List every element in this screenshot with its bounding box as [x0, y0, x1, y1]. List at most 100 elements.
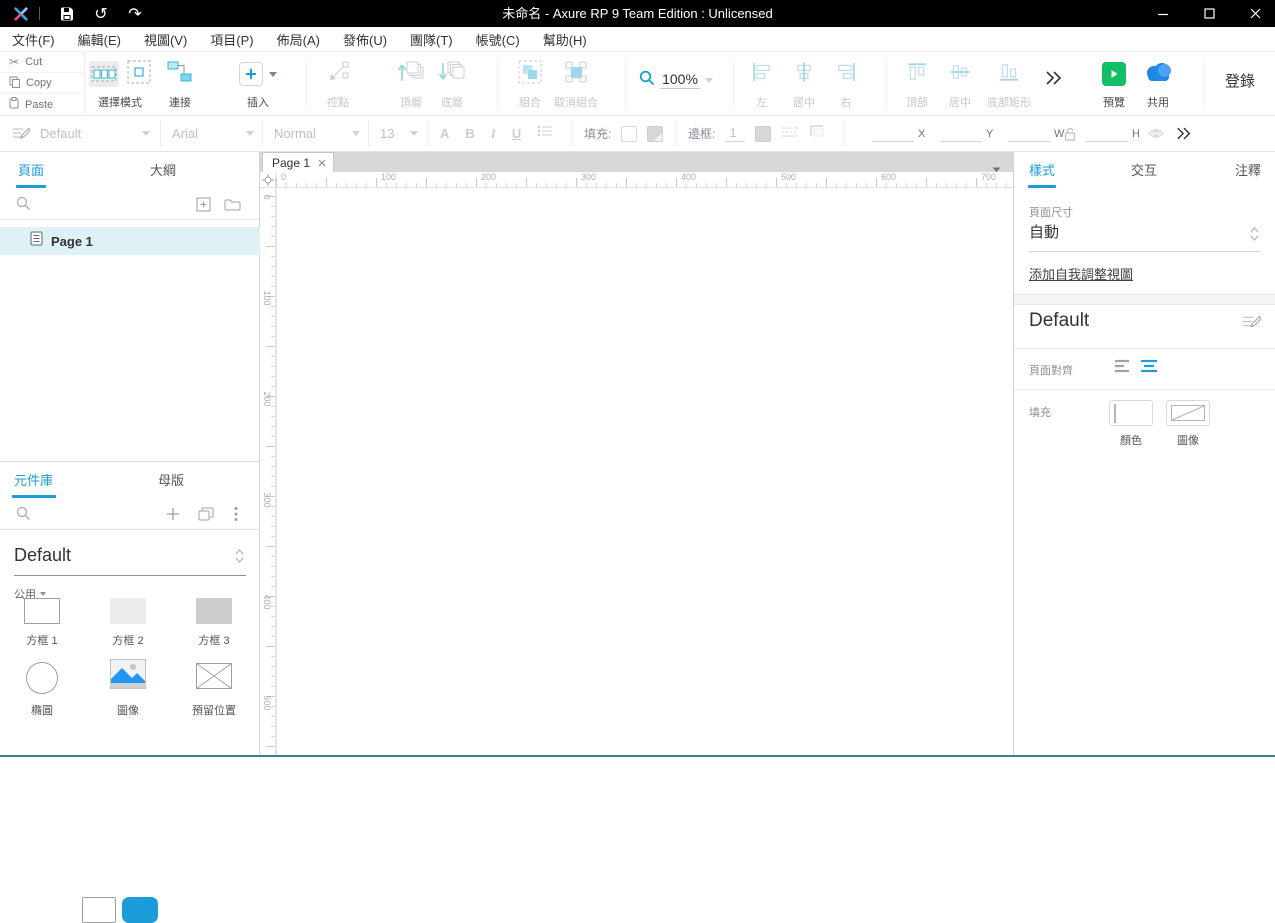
connect-label: 連接: [150, 94, 210, 110]
cut-icon: ✂: [9, 55, 19, 69]
y-field: Y: [940, 116, 993, 151]
cut-button[interactable]: ✂ Cut: [0, 52, 84, 73]
fill-group: 填充:: [584, 116, 663, 151]
library-select[interactable]: Default: [14, 538, 246, 576]
menubar-item[interactable]: 項目(P): [210, 30, 253, 49]
ruler-number: 500: [262, 688, 272, 718]
font-size-select[interactable]: 13: [380, 116, 418, 151]
border-sides-icon: [809, 124, 825, 143]
tab-masters[interactable]: 母版: [158, 462, 184, 500]
page-align-left-icon[interactable]: [1114, 358, 1132, 379]
close-button[interactable]: [1238, 0, 1272, 27]
page-list-item[interactable]: Page 1: [0, 227, 260, 255]
share-label: 共用: [1134, 94, 1182, 110]
x-field: X: [872, 116, 925, 151]
libraries-search-row: [0, 500, 260, 530]
select-mode-label: 選擇模式: [88, 94, 152, 110]
style-select[interactable]: Default: [40, 116, 150, 151]
zoom-control[interactable]: 100%: [632, 58, 720, 112]
menubar-item[interactable]: 文件(F): [12, 30, 55, 49]
widget-image[interactable]: 圖像: [91, 660, 165, 718]
widget-box2[interactable]: 方框 2: [91, 590, 165, 648]
select-intersect-icon[interactable]: [89, 61, 119, 87]
window-title: 未命名 - Axure RP 9 Team Edition : Unlicens…: [0, 0, 1275, 27]
design-worksurface[interactable]: [277, 188, 1013, 755]
widget-box1[interactable]: 方框 1: [5, 590, 79, 648]
menubar-item[interactable]: 幫助(H): [543, 30, 587, 49]
zoom-value[interactable]: 100%: [660, 71, 700, 89]
insert-plus-icon: [239, 62, 263, 86]
updown-spinner-icon: [1250, 226, 1259, 247]
ungroup-label: 取消組合: [548, 94, 604, 110]
select-mode-group: 選擇模式: [88, 58, 152, 112]
font-select[interactable]: Arial: [172, 116, 254, 151]
font-weight-select[interactable]: Normal: [274, 116, 360, 151]
menubar-item[interactable]: 編輯(E): [78, 30, 121, 49]
add-library-icon[interactable]: [166, 507, 180, 526]
bottom-layer-label: 底層: [426, 94, 478, 110]
more-tools-button[interactable]: [1036, 58, 1072, 112]
add-adaptive-views-link[interactable]: 添加自我調整視圖: [1029, 264, 1133, 283]
edit-style-icon[interactable]: [1242, 314, 1261, 336]
zoom-caret-icon[interactable]: [705, 78, 713, 83]
login-button[interactable]: 登錄: [1212, 58, 1268, 112]
menubar-item[interactable]: 視圖(V): [144, 30, 187, 49]
ruler-number: 400: [262, 587, 272, 617]
menubar-item[interactable]: 發佈(U): [343, 30, 387, 49]
fill-color-swatch: [621, 126, 637, 142]
add-folder-icon[interactable]: [224, 198, 241, 216]
widget-box3[interactable]: 方框 3: [177, 590, 251, 648]
tab-close-icon[interactable]: [318, 154, 326, 172]
menubar-item[interactable]: 團隊(T): [410, 30, 453, 49]
lock-ratio-icon: [1064, 116, 1076, 151]
top-layer-icon: [397, 59, 425, 90]
tab-outline[interactable]: 大綱: [150, 152, 176, 190]
widget-button-partial[interactable]: [82, 897, 116, 923]
text-format-group: A B I U: [432, 116, 561, 151]
clipboard-group: ✂ Cut Copy Paste: [0, 52, 85, 116]
menubar-item[interactable]: 帳號(C): [476, 30, 520, 49]
maximize-button[interactable]: [1192, 0, 1226, 27]
copy-button[interactable]: Copy: [0, 73, 84, 94]
libraries-section: 元件庫 母版: [0, 461, 260, 602]
left-panel: 頁面 大綱: [0, 152, 260, 755]
edit-style-icon: [12, 116, 30, 151]
align-right-icon: [836, 62, 856, 87]
tab-interaction[interactable]: 交互: [1131, 152, 1157, 190]
share-button[interactable]: 共用: [1134, 58, 1182, 112]
widget-ellipse[interactable]: 橢圓: [5, 660, 79, 718]
handles-icon: [326, 60, 350, 89]
more-format-button[interactable]: [1176, 116, 1192, 151]
kebab-menu-icon[interactable]: [234, 506, 238, 527]
connect-button[interactable]: 連接: [150, 58, 210, 112]
page-align-center-icon[interactable]: [1140, 358, 1158, 379]
page-size-select[interactable]: 自動: [1029, 218, 1261, 252]
select-contain-icon[interactable]: [127, 60, 151, 89]
canvas-tab-page1[interactable]: Page 1: [262, 152, 334, 172]
minimize-button[interactable]: [1146, 0, 1180, 27]
tab-notes[interactable]: 注釋: [1235, 152, 1261, 190]
widget-primary-button-partial[interactable]: [122, 897, 158, 923]
align-center-icon: [794, 62, 814, 87]
ruler-number: 0: [262, 182, 272, 212]
box2-icon: [110, 598, 146, 624]
underline-button: U: [512, 126, 521, 141]
fill-image-swatch[interactable]: [1166, 400, 1210, 426]
insert-button[interactable]: 插入: [228, 58, 288, 112]
search-icon[interactable]: [16, 506, 31, 526]
ruler-number: 300: [576, 172, 676, 183]
cloud-icon: [1143, 61, 1173, 88]
add-page-icon[interactable]: [196, 197, 211, 217]
search-icon[interactable]: [16, 196, 31, 216]
preview-button[interactable]: 預覽: [1090, 58, 1138, 112]
horizontal-ruler: 0100200300400500600700: [276, 172, 1013, 188]
insert-caret-icon[interactable]: [269, 72, 277, 77]
duplicate-icon[interactable]: [198, 507, 214, 526]
paste-button[interactable]: Paste: [0, 94, 84, 115]
fill-image-label: 圖像: [1166, 432, 1210, 448]
menubar-item[interactable]: 佈局(A): [277, 30, 320, 49]
widget-placeholder[interactable]: 預留位置: [177, 660, 251, 718]
format-toolbar: Default Arial Normal 13 A B I U: [0, 116, 1275, 152]
fill-color-swatch[interactable]: [1109, 400, 1153, 426]
preview-label: 預覽: [1090, 94, 1138, 110]
